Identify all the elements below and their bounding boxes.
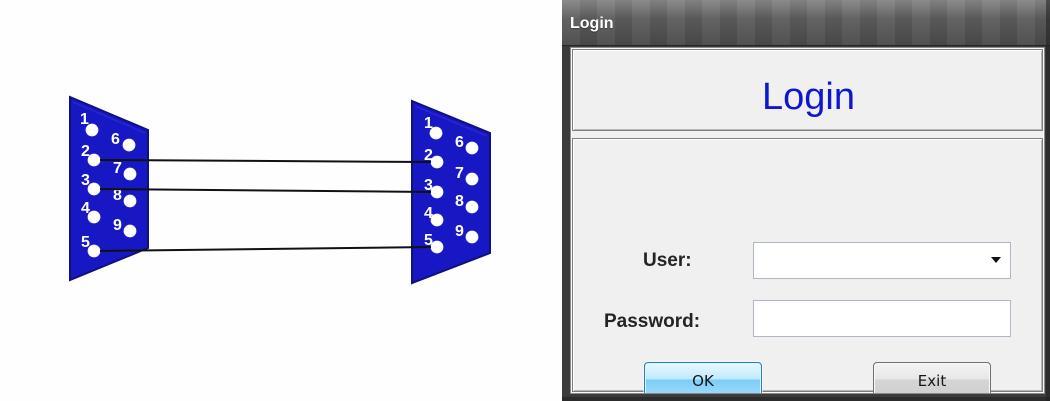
right-pin-9 bbox=[465, 230, 479, 244]
connection-line-2 bbox=[99, 188, 432, 193]
left-pin-label-3: 3 bbox=[81, 172, 90, 189]
left-pin-label-2: 2 bbox=[81, 143, 90, 160]
right-pin-8 bbox=[465, 200, 479, 214]
right-pin-label-9: 9 bbox=[455, 223, 464, 240]
user-dropdown[interactable] bbox=[753, 242, 1011, 279]
left-pin-label-6: 6 bbox=[111, 131, 120, 148]
connection-line-1 bbox=[99, 159, 432, 163]
login-window: Login Login User: Password: OK Exit bbox=[562, 0, 1050, 401]
login-form-panel: User: Password: OK Exit bbox=[572, 138, 1043, 393]
right-pin-label-4: 4 bbox=[424, 205, 433, 222]
serial-wiring-diagram: 123456789 123456789 bbox=[0, 0, 560, 401]
window-bottom-shadow bbox=[562, 397, 1050, 401]
right-pin-7 bbox=[465, 172, 479, 186]
left-pin-6 bbox=[122, 138, 136, 152]
window-titlebar[interactable]: Login bbox=[562, 0, 1050, 46]
user-dropdown-value bbox=[762, 252, 972, 270]
left-pin-label-7: 7 bbox=[113, 160, 122, 177]
ok-button[interactable]: OK bbox=[644, 362, 762, 393]
user-label: User: bbox=[643, 250, 692, 271]
password-label: Password: bbox=[604, 311, 701, 332]
exit-button[interactable]: Exit bbox=[873, 362, 991, 393]
right-pin-label-8: 8 bbox=[455, 193, 464, 210]
connection-line-3 bbox=[99, 246, 432, 252]
right-pin-label-6: 6 bbox=[455, 134, 464, 151]
right-pin-label-7: 7 bbox=[455, 165, 464, 182]
wiring-svg: 123456789 123456789 bbox=[69, 95, 491, 285]
screen: 123456789 123456789 Login Login User: Pa… bbox=[0, 0, 1050, 401]
chevron-down-icon[interactable] bbox=[990, 254, 1002, 266]
left-pin-9 bbox=[123, 224, 137, 238]
header-panel: Login bbox=[572, 49, 1043, 131]
left-pin-8 bbox=[123, 194, 137, 208]
right-pin-label-1: 1 bbox=[424, 115, 433, 132]
header-title: Login bbox=[762, 76, 855, 118]
right-pin-6 bbox=[465, 141, 479, 155]
left-pin-label-4: 4 bbox=[81, 200, 90, 217]
left-pin-label-9: 9 bbox=[113, 217, 122, 234]
left-pin-label-5: 5 bbox=[81, 234, 90, 251]
password-field[interactable] bbox=[753, 300, 1011, 337]
wiring-connections bbox=[99, 159, 432, 252]
window-title: Login bbox=[570, 15, 614, 32]
left-pin-7 bbox=[123, 167, 137, 181]
left-pin-label-1: 1 bbox=[80, 111, 89, 128]
window-client-area: Login User: Password: OK Exit bbox=[570, 47, 1045, 394]
window-right-shadow bbox=[1046, 0, 1050, 401]
